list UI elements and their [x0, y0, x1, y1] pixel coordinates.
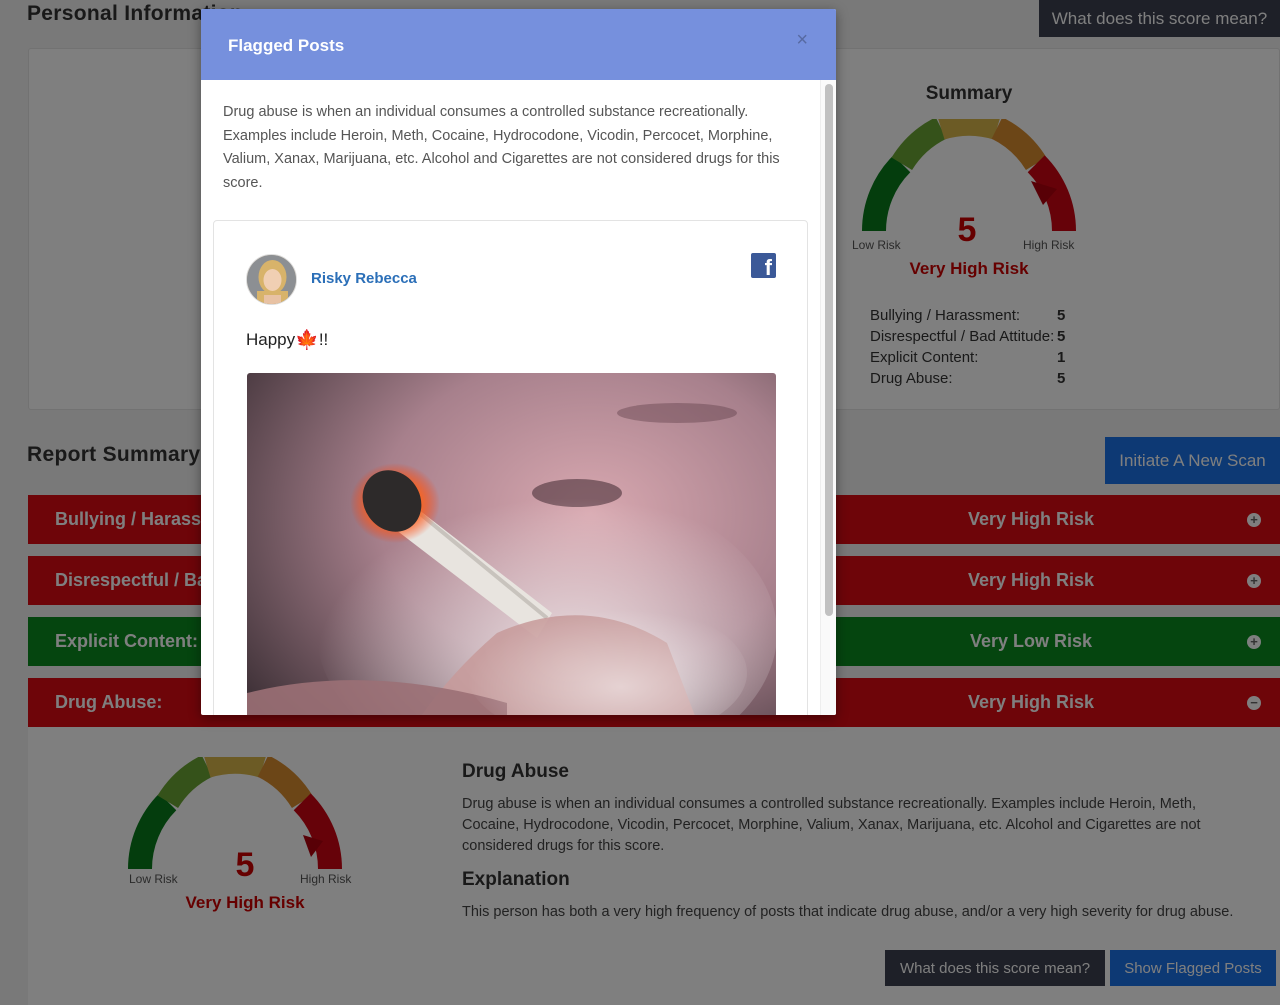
modal-description: Drug abuse is when an individual consume… [223, 104, 780, 191]
modal-scrollbar-thumb[interactable] [825, 84, 833, 616]
modal-scrollbar[interactable] [820, 80, 836, 715]
post-author-link[interactable]: Risky Rebecca [311, 270, 417, 287]
modal-title: Flagged Posts [228, 36, 345, 55]
close-icon[interactable]: × [796, 29, 808, 52]
facebook-icon[interactable]: f [751, 253, 776, 278]
modal-header: Flagged Posts × [201, 9, 836, 80]
flagged-posts-modal: Flagged Posts × Drug abuse is when an in… [201, 9, 836, 715]
modal-body: Drug abuse is when an individual consume… [201, 80, 820, 715]
flagged-post-card: Risky Rebecca f Happy 🍁 !! [213, 220, 808, 715]
post-image[interactable] [247, 373, 776, 715]
post-text: Happy 🍁 !! [246, 330, 329, 351]
maple-leaf-icon: 🍁 [295, 330, 319, 351]
avatar[interactable] [246, 254, 297, 305]
